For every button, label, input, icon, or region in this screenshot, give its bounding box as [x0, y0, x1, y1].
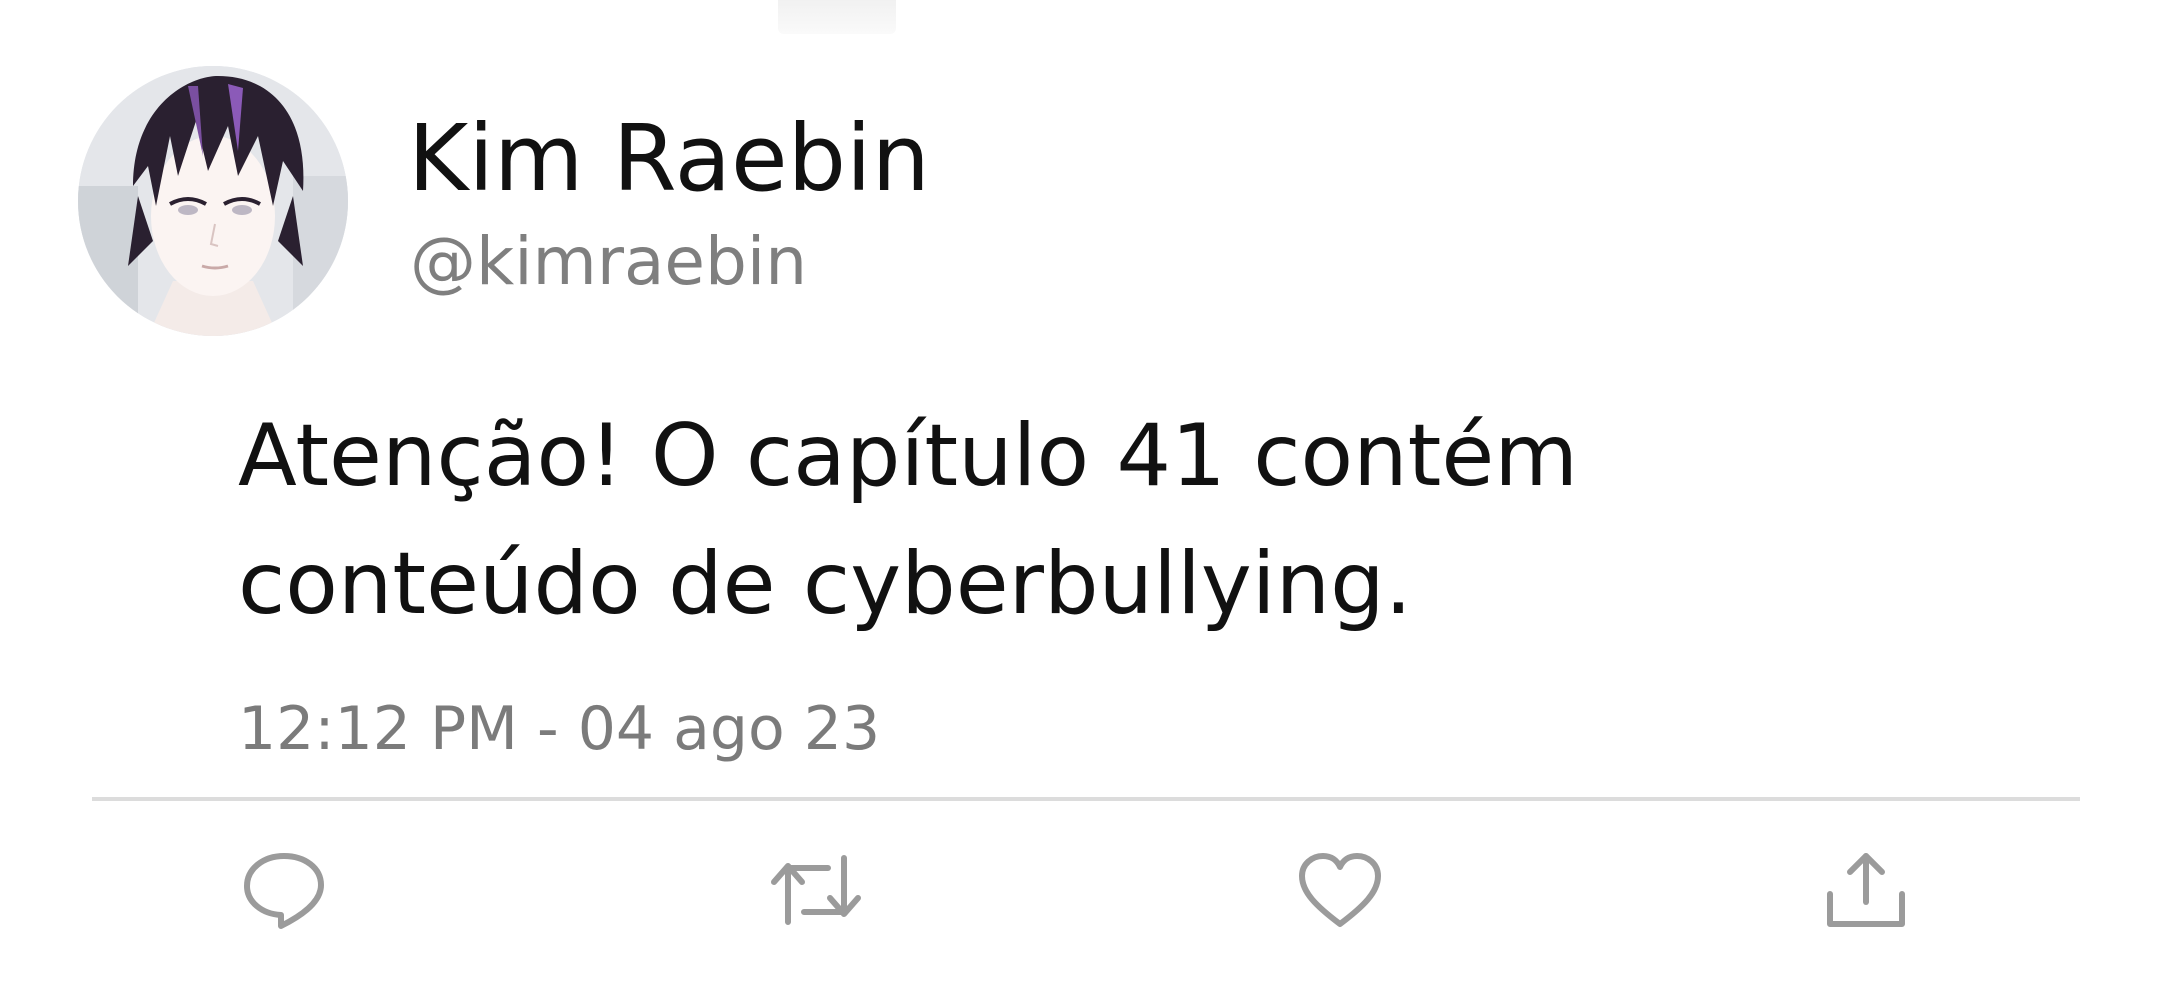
tweet-text-line: conteúdo de cyberbullying.	[238, 534, 1413, 634]
avatar-illustration	[78, 66, 348, 336]
reply-button[interactable]	[234, 840, 334, 940]
divider	[92, 797, 2080, 801]
retweet-icon	[771, 855, 861, 925]
top-handle	[778, 0, 896, 34]
retweet-button[interactable]	[766, 840, 866, 940]
avatar[interactable]	[78, 66, 348, 336]
share-icon	[1827, 853, 1905, 927]
heart-icon	[1299, 853, 1381, 927]
tweet-text: Atenção! O capítulo 41 contém conteúdo d…	[238, 392, 1938, 648]
share-button[interactable]	[1816, 840, 1916, 940]
tweet-timestamp[interactable]: 12:12 PM - 04 ago 23	[238, 692, 880, 766]
user-handle[interactable]: @kimraebin	[410, 222, 807, 302]
like-button[interactable]	[1290, 840, 1390, 940]
reply-icon	[244, 853, 324, 929]
tweet-card: Kim Raebin @kimraebin Atenção! O capítul…	[0, 0, 2160, 986]
tweet-text-line: Atenção! O capítulo 41 contém	[238, 406, 1579, 506]
display-name[interactable]: Kim Raebin	[408, 104, 930, 214]
